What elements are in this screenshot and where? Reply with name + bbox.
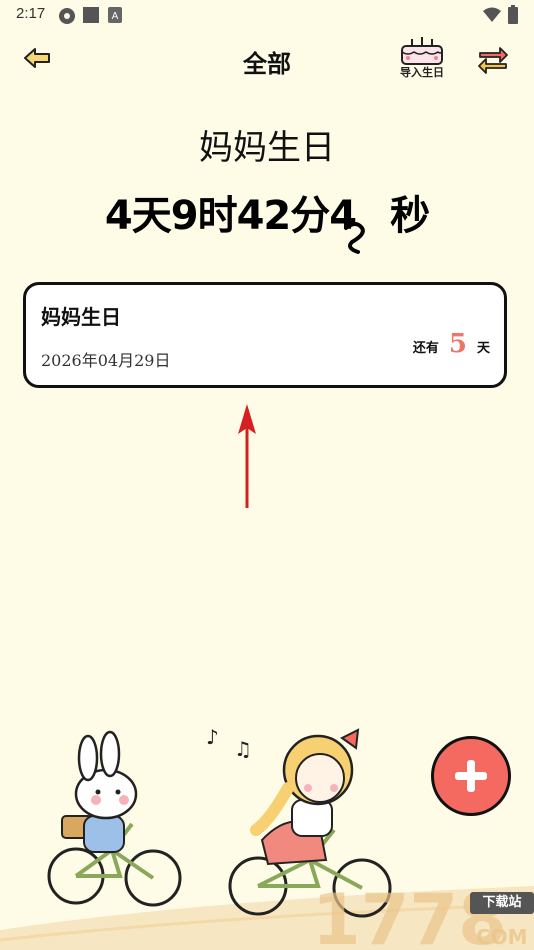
plus-icon [455, 760, 487, 792]
remain-suffix: 天 [476, 341, 490, 356]
text-notification-icon: A [108, 7, 122, 23]
countdown-title: 妈妈生日 [199, 128, 335, 168]
import-birthday-button[interactable]: 导入生日 [394, 36, 450, 82]
import-birthday-label: 导入生日 [400, 66, 444, 79]
countdown-time: 4天9时42分4 [104, 193, 357, 239]
countdown-seconds-unit: 秒 [390, 193, 430, 239]
countdown-value: 4天9时42分4 秒 [0, 183, 534, 241]
svg-text:A: A [112, 11, 119, 22]
watermark-suffix: COM [476, 925, 528, 949]
svg-text:♫: ♫ [234, 737, 252, 761]
status-bar: 2:17 A [0, 0, 534, 30]
status-time: 2:17 [16, 5, 46, 22]
square-notification-icon [83, 7, 99, 23]
battery-icon [508, 5, 518, 24]
app-header: 全部 导入生日 [0, 36, 534, 86]
event-name: 妈妈生日 [41, 305, 121, 329]
wifi-icon [483, 7, 501, 22]
add-event-button[interactable] [431, 736, 511, 816]
scribble-digit-icon [344, 222, 365, 254]
swap-arrows-icon[interactable] [476, 44, 510, 74]
birthday-cake-icon [401, 37, 443, 65]
event-date: 2026年04月29日 [41, 351, 171, 370]
up-arrow-annotation [238, 404, 256, 508]
days-remaining: 还有 5 天 [413, 329, 490, 359]
remain-days-count: 5 [448, 329, 467, 359]
event-card[interactable]: 妈妈生日 2026年04月29日 还有 5 天 [23, 282, 507, 388]
page-title: 全部 [243, 50, 291, 78]
watermark-badge: 下载站 [470, 892, 534, 914]
camera-shutter-icon [59, 8, 75, 24]
remain-prefix: 还有 [412, 341, 439, 356]
svg-text:♪: ♪ [206, 725, 219, 749]
